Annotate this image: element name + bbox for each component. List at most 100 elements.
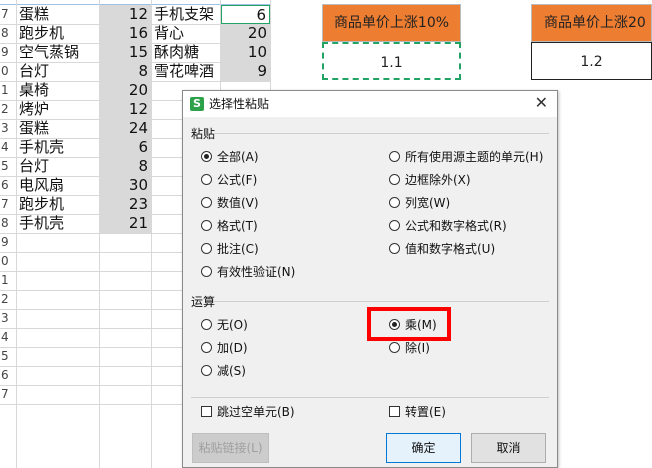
grid-line [0, 100, 182, 101]
price-cell[interactable]: 20 [100, 81, 151, 100]
price-cell[interactable]: 6 [221, 5, 270, 24]
radio-button[interactable] [389, 342, 400, 353]
radio-button[interactable] [201, 266, 212, 277]
row-number[interactable]: 6 [0, 176, 17, 195]
price-cell[interactable]: 12 [100, 5, 151, 24]
product-name-cell[interactable]: 手机壳 [17, 214, 99, 233]
radio-button[interactable] [201, 197, 212, 208]
price-cell[interactable]: 15 [100, 43, 151, 62]
product-name-cell[interactable]: 背心 [152, 24, 222, 43]
price-cell[interactable]: 23 [100, 195, 151, 214]
radio-button[interactable] [201, 365, 212, 376]
close-icon[interactable]: ✕ [535, 93, 548, 112]
price-cell[interactable]: 20 [221, 24, 270, 43]
row-number[interactable]: 3 [0, 309, 17, 328]
row-number[interactable]: 7 [0, 5, 17, 24]
price-cell[interactable]: 24 [100, 119, 151, 138]
grid-line [0, 233, 182, 234]
price-cell[interactable]: 16 [100, 24, 151, 43]
product-name-cell[interactable]: 桌椅 [17, 81, 99, 100]
radio-button[interactable] [201, 151, 212, 162]
price-cell[interactable]: 12 [100, 100, 151, 119]
grid-line [0, 328, 182, 329]
product-name-cell[interactable]: 蛋糕 [17, 119, 99, 138]
grid-line [0, 81, 270, 82]
row-number[interactable]: 0 [0, 252, 17, 271]
product-name-cell[interactable]: 烤炉 [17, 100, 99, 119]
skip-blanks-label: 跳过空单元(B) [217, 405, 295, 419]
radio-label: 无(O) [217, 318, 248, 332]
radio-button[interactable] [201, 342, 212, 353]
price-increase-10-header[interactable]: 商品单价上涨10% [322, 4, 461, 42]
product-name-cell[interactable]: 跑步机 [17, 195, 99, 214]
price-increase-20-header[interactable]: 商品单价上涨20 [531, 4, 652, 42]
row-number[interactable]: 5 [0, 157, 17, 176]
radio-label: 减(S) [217, 364, 246, 378]
row-number[interactable]: 1 [0, 81, 17, 100]
cancel-button[interactable]: 取消 [471, 433, 546, 463]
row-number[interactable]: 2 [0, 100, 17, 119]
product-name-cell[interactable]: 电风扇 [17, 176, 99, 195]
product-name-cell[interactable]: 雪花啤酒 [152, 62, 222, 81]
product-name-cell[interactable]: 跑步机 [17, 24, 99, 43]
radio-button[interactable] [201, 319, 212, 330]
price-cell[interactable]: 10 [221, 43, 270, 62]
grid-line [0, 385, 182, 386]
grid-line [0, 195, 182, 196]
row-number[interactable]: 9 [0, 233, 17, 252]
paste-section-label: 粘贴 [191, 127, 216, 141]
price-cell[interactable]: 21 [100, 214, 151, 233]
radio-button[interactable] [389, 243, 400, 254]
price-cell[interactable]: 8 [100, 157, 151, 176]
row-number[interactable]: 8 [0, 214, 17, 233]
product-name-cell[interactable]: 手机壳 [17, 138, 99, 157]
row-number[interactable]: 4 [0, 138, 17, 157]
price-cell[interactable]: 9 [221, 62, 270, 81]
grid-line [270, 0, 271, 90]
product-name-cell[interactable]: 蛋糕 [17, 5, 99, 24]
row-number[interactable]: 9 [0, 43, 17, 62]
row-number[interactable]: 4 [0, 328, 17, 347]
radio-button[interactable] [389, 197, 400, 208]
multiplier-cell-2[interactable]: 1.2 [531, 42, 652, 80]
product-name-cell[interactable]: 台灯 [17, 157, 99, 176]
multiplier-cell-copied[interactable]: 1.1 [322, 42, 461, 80]
grid-line [0, 347, 182, 348]
product-name-cell[interactable]: 酥肉糖 [152, 43, 222, 62]
grid-line [0, 119, 182, 120]
grid-line [0, 404, 182, 405]
row-number[interactable]: 2 [0, 290, 17, 309]
grid-line [0, 138, 182, 139]
ok-button[interactable]: 确定 [386, 433, 461, 463]
radio-button[interactable] [389, 151, 400, 162]
row-number[interactable]: 0 [0, 62, 17, 81]
grid-line [0, 252, 182, 253]
radio-label: 公式(F) [217, 173, 258, 187]
transpose-label: 转置(E) [405, 405, 446, 419]
checkbox-box[interactable] [201, 406, 212, 417]
row-number[interactable]: 3 [0, 119, 17, 138]
grid-line [0, 366, 182, 367]
radio-label: 所有使用源主题的单元(H) [405, 150, 544, 164]
price-cell[interactable]: 8 [100, 62, 151, 81]
row-number[interactable]: 5 [0, 347, 17, 366]
paste-link-button[interactable]: 粘贴链接(L) [192, 433, 269, 463]
product-name-cell[interactable]: 台灯 [17, 62, 99, 81]
radio-button[interactable] [201, 174, 212, 185]
row-number[interactable]: 8 [0, 24, 17, 43]
radio-button[interactable] [201, 220, 212, 231]
price-cell[interactable]: 6 [100, 138, 151, 157]
grid-line [0, 62, 270, 63]
row-number[interactable]: 6 [0, 366, 17, 385]
row-number[interactable]: 7 [0, 385, 17, 404]
radio-button[interactable] [201, 243, 212, 254]
price-cell[interactable]: 30 [100, 176, 151, 195]
radio-button[interactable] [389, 220, 400, 231]
product-name-cell[interactable]: 空气蒸锅 [17, 43, 99, 62]
row-number[interactable]: 7 [0, 195, 17, 214]
product-name-cell[interactable]: 手机支架 [152, 5, 222, 24]
radio-button[interactable] [389, 174, 400, 185]
checkbox-box[interactable] [389, 406, 400, 417]
row-number[interactable]: 1 [0, 271, 17, 290]
wps-spreadsheet-icon: S [190, 97, 204, 111]
